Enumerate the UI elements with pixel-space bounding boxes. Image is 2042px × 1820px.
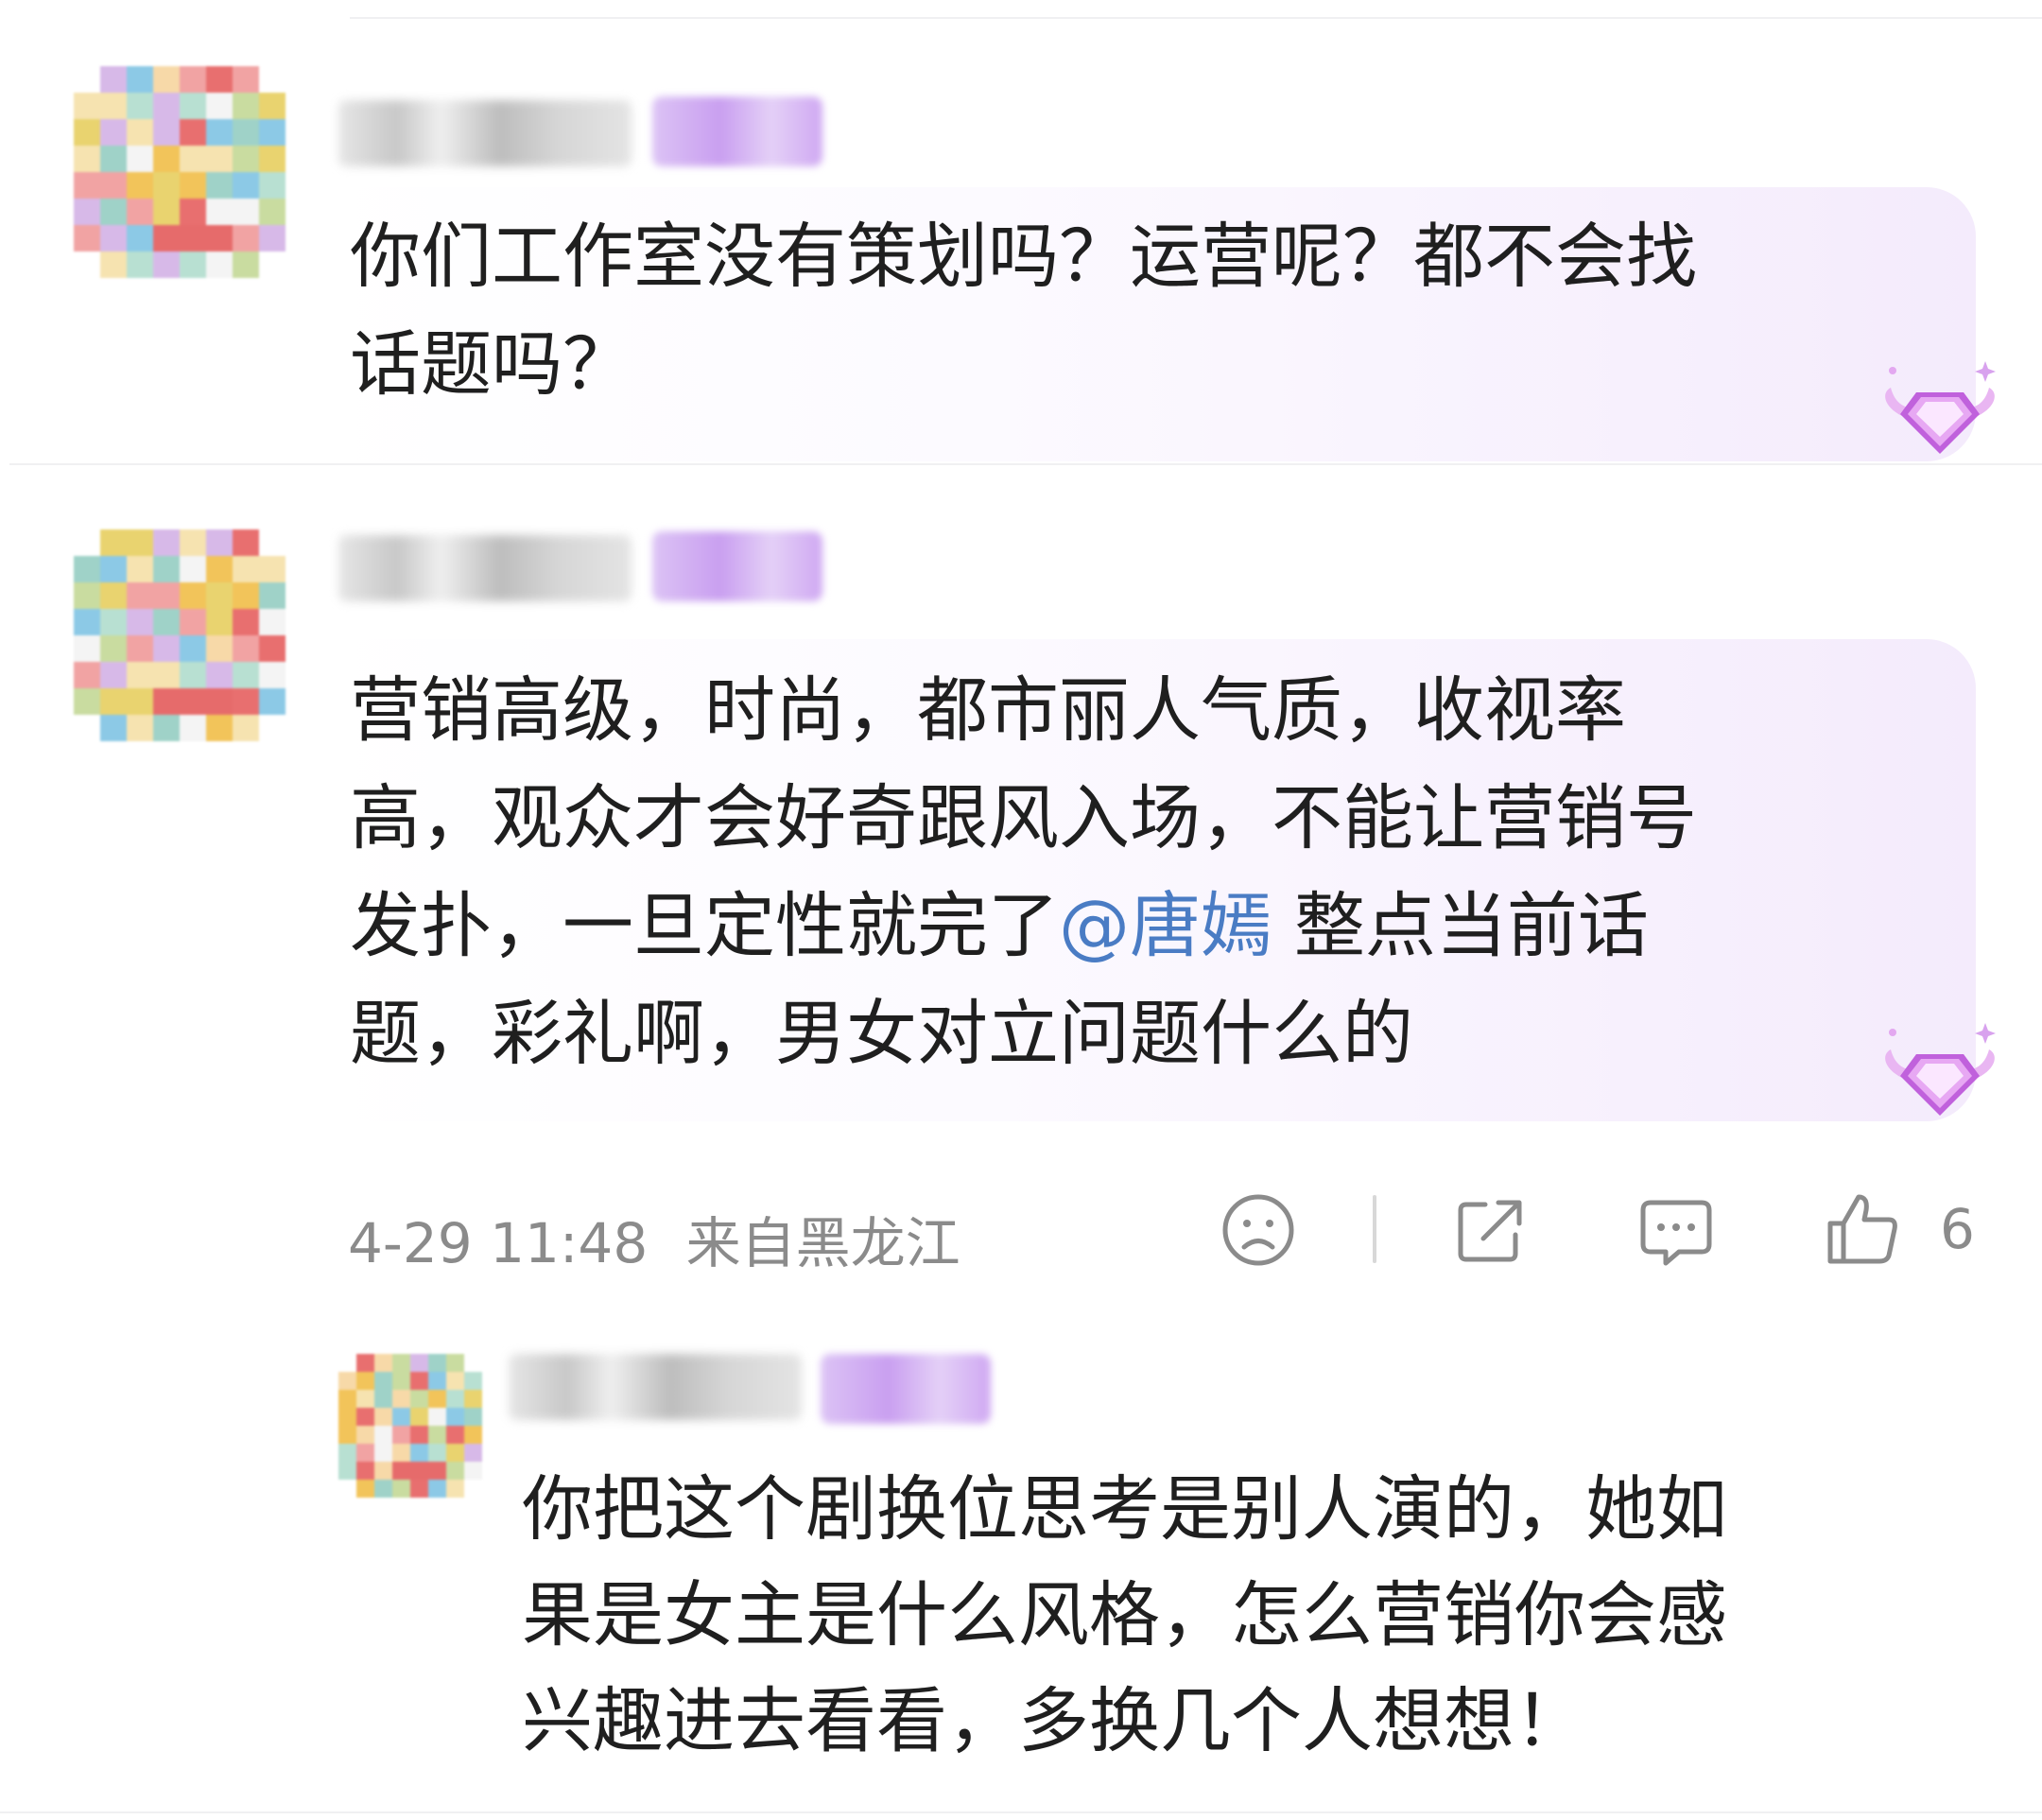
reply-text-line: 兴趣进去看看，多换几个人想想！ [522, 1679, 1586, 1762]
username-blurred[interactable] [338, 535, 632, 601]
comment-icon[interactable] [1637, 1193, 1715, 1271]
username-blurred[interactable] [338, 100, 632, 166]
user-badge-blurred [821, 1354, 991, 1424]
user-badge-blurred [652, 96, 822, 166]
comment-text-segment: 发扑，一旦定性就完了 [350, 884, 1060, 967]
sad-face-icon[interactable] [1220, 1191, 1297, 1269]
comment-location: 来自黑龙江 [685, 1211, 960, 1275]
mention-link[interactable]: @唐嫣 [1059, 884, 1272, 967]
bottom-divider [0, 1811, 2042, 1813]
comment-text: 你们工作室没有策划吗？运营呢？都不会找 话题吗？ [350, 202, 1697, 418]
comment-text-line: 话题吗？ [350, 322, 634, 406]
section-divider [9, 463, 2042, 465]
top-divider [350, 17, 2042, 19]
comment-timestamp: 4-29 11:48 [348, 1211, 649, 1275]
share-icon[interactable] [1451, 1193, 1529, 1269]
user-badge-blurred [652, 531, 822, 601]
comment-text-segment: 整点当前话 [1272, 884, 1649, 967]
comment-text-line: 营销高级，时尚，都市丽人气质，收视率 [350, 668, 1627, 752]
reply-text: 你把这个剧换位思考是别人演的，她如 果是女主是什么风格，怎么营销你会感 兴趣进去… [522, 1456, 1727, 1774]
reply-text-line: 你把这个剧换位思考是别人演的，她如 [522, 1467, 1728, 1551]
like-count: 6 [1940, 1197, 1975, 1261]
comment-text-line: 题，彩礼啊，男女对立问题什么的 [350, 992, 1414, 1075]
comment-meta: 4-29 11:48 来自黑龙江 [348, 1199, 960, 1278]
reply-text-line: 果是女主是什么风格，怎么营销你会感 [522, 1573, 1728, 1656]
comment-text-line: 你们工作室没有策划吗？运营呢？都不会找 [350, 215, 1698, 298]
avatar[interactable] [338, 1354, 482, 1498]
comment-text: 营销高级，时尚，都市丽人气质，收视率 高，观众才会好奇跟风入场，不能让营销号 发… [350, 656, 1697, 1087]
comment-text-line: 高，观众才会好奇跟风入场，不能让营销号 [350, 776, 1698, 859]
avatar[interactable] [74, 66, 286, 278]
username-blurred[interactable] [509, 1354, 802, 1420]
diamond-badge-icon [1885, 1023, 1996, 1116]
comment-text-line: 发扑，一旦定性就完了@唐嫣 整点当前话 [350, 872, 1697, 979]
avatar[interactable] [74, 529, 286, 741]
thumbs-up-icon[interactable] [1823, 1189, 1902, 1269]
action-separator [1373, 1195, 1376, 1263]
diamond-badge-icon [1885, 361, 1996, 454]
